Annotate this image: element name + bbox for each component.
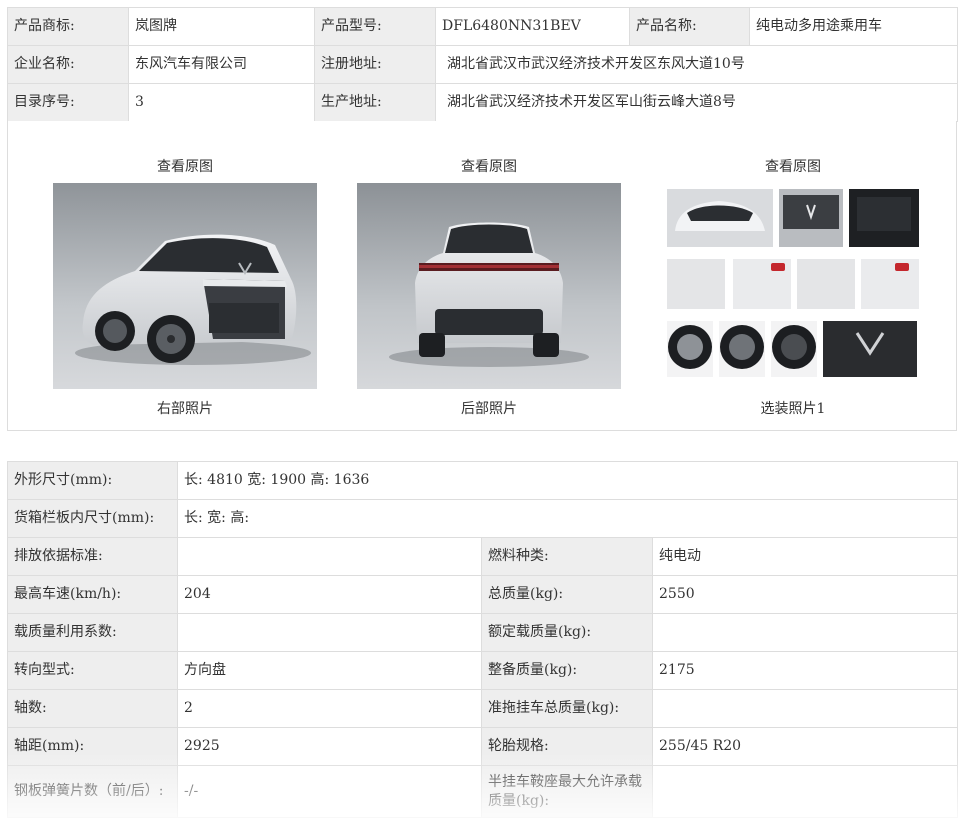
table-row: 排放依据标准: 燃料种类: 纯电动 — [7, 537, 959, 576]
spec-value: 255/45 R20 — [651, 727, 959, 766]
table-row: 货箱栏板内尺寸(mm): 长: 宽: 高: — [7, 499, 959, 538]
model-value: DFL6480NN31BEV — [435, 7, 630, 46]
spec-label: 最高车速(km/h): — [7, 575, 178, 614]
spec-label: 燃料种类: — [481, 537, 653, 576]
product-name-label: 产品名称: — [629, 7, 750, 46]
spec-label: 排放依据标准: — [7, 537, 178, 576]
cargo-dims-value: 长: 宽: 高: — [176, 499, 959, 538]
spec-value — [651, 613, 959, 652]
optional-photo[interactable] — [661, 183, 925, 389]
table-row: 载质量利用系数: 额定载质量(kg): — [7, 613, 959, 652]
spec-label: 轴距(mm): — [7, 727, 178, 766]
model-label: 产品型号: — [314, 7, 436, 46]
brand-value: 岚图牌 — [128, 7, 315, 46]
table-row: 产品商标: 岚图牌 产品型号: DFL6480NN31BEV 产品名称: 纯电动… — [7, 7, 958, 46]
spec-value — [177, 613, 482, 652]
catalog-value: 3 — [128, 83, 315, 122]
photo-caption: 选装照片1 — [760, 401, 826, 417]
table-row: 最高车速(km/h): 204 总质量(kg): 2550 — [7, 575, 959, 614]
spec-value: 方向盘 — [177, 651, 482, 690]
optional-parts-collage — [661, 183, 925, 389]
rear-photo[interactable] — [357, 183, 621, 389]
cargo-dims-label: 货箱栏板内尺寸(mm): — [7, 499, 178, 538]
spec-label: 轮胎规格: — [481, 727, 653, 766]
spec-value — [651, 765, 959, 818]
spec-value: 2550 — [651, 575, 959, 614]
car-rear-image — [357, 183, 621, 389]
product-info-table: 产品商标: 岚图牌 产品型号: DFL6480NN31BEV 产品名称: 纯电动… — [7, 7, 958, 122]
table-row: 企业名称: 东风汽车有限公司 注册地址: 湖北省武汉市武汉经济技术开发区东风大道… — [7, 45, 958, 84]
spec-value: 204 — [177, 575, 482, 614]
spec-label: 额定载质量(kg): — [481, 613, 653, 652]
spec-label: 整备质量(kg): — [481, 651, 653, 690]
spec-value: 2 — [177, 689, 482, 728]
car-right-image — [53, 183, 317, 389]
photo-gallery: 查看原图 右部照片 查看原图 后部照片 查看原图 选装照片1 — [7, 121, 957, 431]
brand-label: 产品商标: — [7, 7, 129, 46]
dims-label: 外形尺寸(mm): — [7, 461, 178, 500]
spec-label: 转向型式: — [7, 651, 178, 690]
spec-label: 准拖挂车总质量(kg): — [481, 689, 653, 728]
company-value: 东风汽车有限公司 — [128, 45, 315, 84]
reg-address-value: 湖北省武汉市武汉经济技术开发区东风大道10号 — [435, 45, 958, 84]
prod-address-value: 湖北省武汉经济技术开发区军山街云峰大道8号 — [435, 83, 958, 122]
photo-caption: 后部照片 — [461, 401, 517, 417]
catalog-label: 目录序号: — [7, 83, 129, 122]
reg-address-label: 注册地址: — [314, 45, 436, 84]
view-original-link[interactable]: 查看原图 — [53, 157, 317, 177]
view-original-link[interactable]: 查看原图 — [661, 157, 925, 177]
dims-value: 长: 4810 宽: 1900 高: 1636 — [176, 461, 959, 500]
right-photo[interactable] — [53, 183, 317, 389]
spec-value: -/- — [177, 765, 482, 818]
spec-value: 2175 — [651, 651, 959, 690]
spec-label: 总质量(kg): — [481, 575, 653, 614]
table-row: 钢板弹簧片数（前/后）: -/- 半挂车鞍座最大允许承载质量(kg): — [7, 765, 959, 818]
spec-label: 载质量利用系数: — [7, 613, 178, 652]
product-name-value: 纯电动多用途乘用车 — [749, 7, 958, 46]
prod-address-label: 生产地址: — [314, 83, 436, 122]
photo-right: 查看原图 右部照片 — [53, 157, 317, 419]
company-label: 企业名称: — [7, 45, 129, 84]
spec-label: 钢板弹簧片数（前/后）: — [7, 765, 178, 818]
photo-rear: 查看原图 后部照片 — [357, 157, 621, 419]
view-original-link[interactable]: 查看原图 — [357, 157, 621, 177]
spec-value — [177, 537, 482, 576]
spec-value: 纯电动 — [651, 537, 959, 576]
table-row: 外形尺寸(mm): 长: 4810 宽: 1900 高: 1636 — [7, 461, 959, 500]
table-row: 轴数: 2 准拖挂车总质量(kg): — [7, 689, 959, 728]
spec-value — [651, 689, 959, 728]
spec-label: 轴数: — [7, 689, 178, 728]
spec-value: 2925 — [177, 727, 482, 766]
photo-caption: 右部照片 — [157, 401, 213, 417]
table-row: 转向型式: 方向盘 整备质量(kg): 2175 — [7, 651, 959, 690]
spec-label: 半挂车鞍座最大允许承载质量(kg): — [481, 765, 653, 818]
table-row: 目录序号: 3 生产地址: 湖北省武汉经济技术开发区军山街云峰大道8号 — [7, 83, 958, 122]
spec-table: 外形尺寸(mm): 长: 4810 宽: 1900 高: 1636 货箱栏板内尺… — [7, 461, 959, 818]
table-row: 轴距(mm): 2925 轮胎规格: 255/45 R20 — [7, 727, 959, 766]
photo-optional: 查看原图 选装照片1 — [661, 157, 925, 419]
